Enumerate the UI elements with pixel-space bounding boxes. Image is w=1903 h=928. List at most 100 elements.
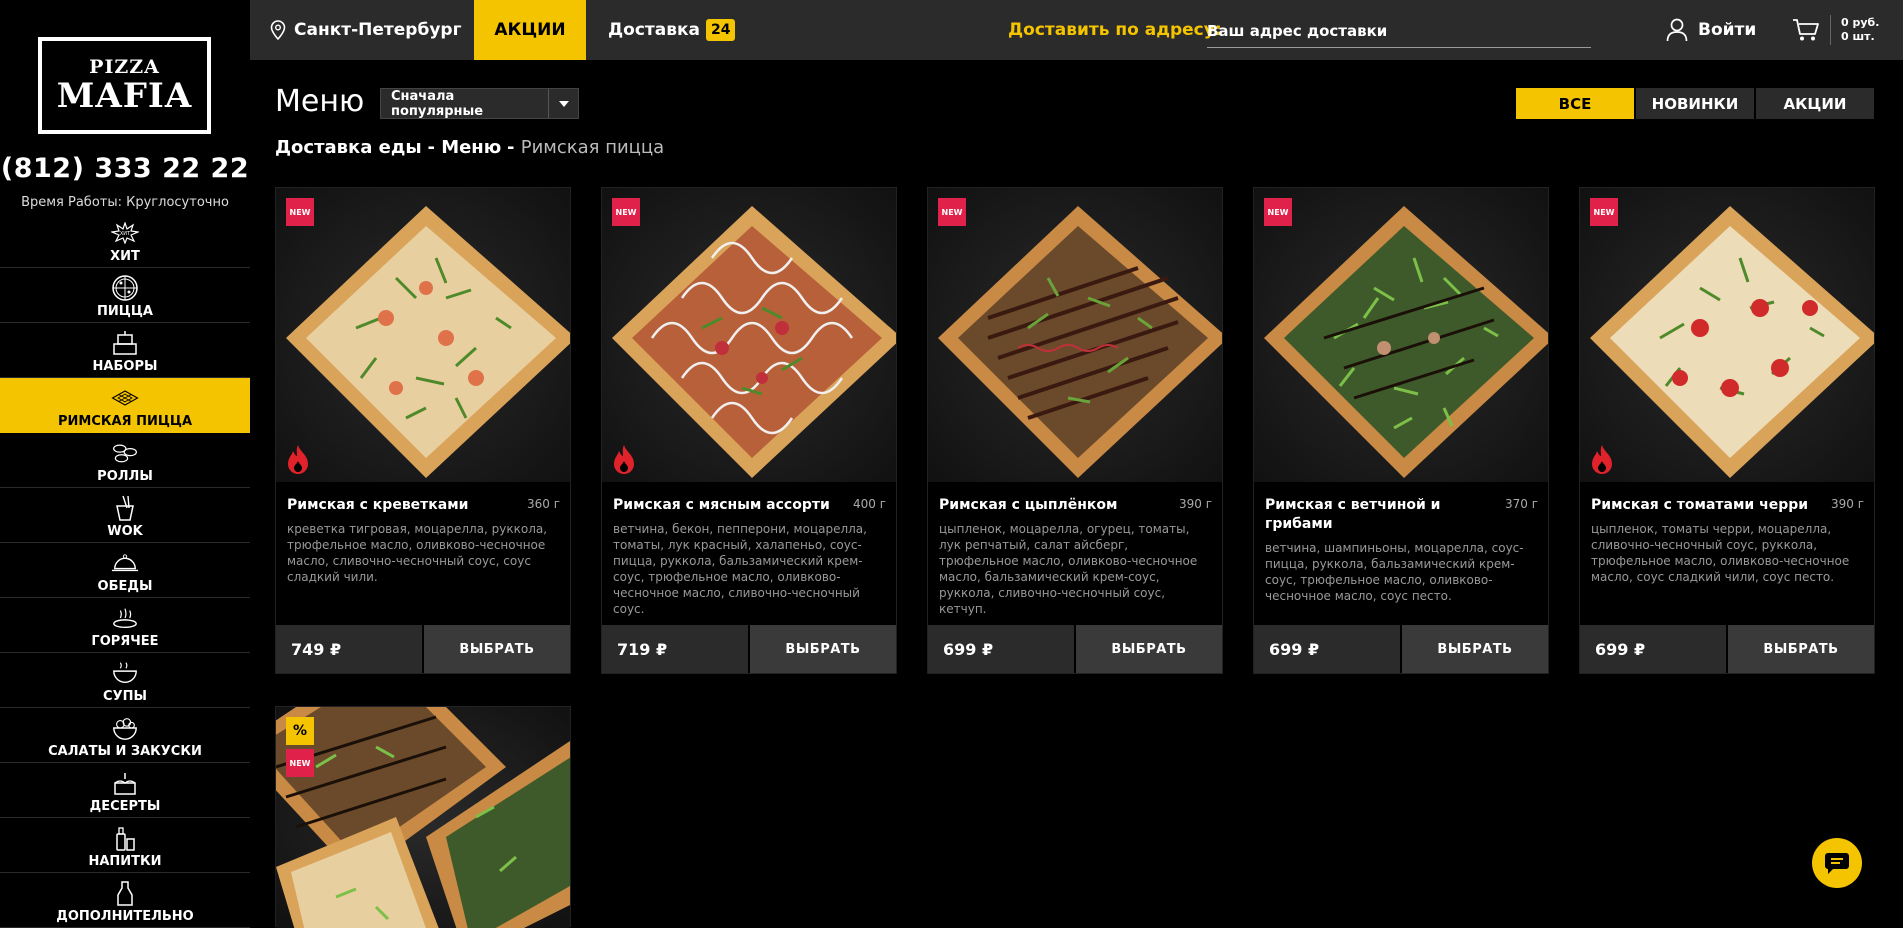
- sauce-icon: [111, 879, 139, 907]
- product-actions: 699 ₽ ВЫБРАТЬ: [1254, 625, 1548, 673]
- sidebar-item-wok[interactable]: WOK: [0, 488, 250, 543]
- sidebar-item-lunch[interactable]: ОБЕДЫ: [0, 543, 250, 598]
- product-name: Римская с томатами черри: [1591, 497, 1809, 513]
- product-photo[interactable]: [1254, 188, 1548, 482]
- breadcrumb-delivery[interactable]: Доставка еды: [275, 137, 422, 158]
- cart-button[interactable]: 0 руб. 0 шт.: [1792, 0, 1879, 60]
- choose-button[interactable]: ВЫБРАТЬ: [1728, 625, 1874, 673]
- sidebar-item-drinks[interactable]: НАПИТКИ: [0, 818, 250, 873]
- product-description: цыпленок, томаты черри, моцарелла, сливо…: [1591, 522, 1850, 584]
- product-price: 749 ₽: [276, 625, 422, 673]
- filter-tabs: ВСЕ НОВИНКИ АКЦИИ: [1516, 88, 1874, 119]
- filter-promo[interactable]: АКЦИИ: [1756, 88, 1874, 119]
- product-card[interactable]: NEW Римская с креветками 360 г креветка …: [275, 187, 571, 674]
- product-weight: 400 г: [852, 497, 886, 511]
- new-badge: NEW: [1590, 198, 1618, 226]
- choose-button[interactable]: ВЫБРАТЬ: [1076, 625, 1222, 673]
- choose-button[interactable]: ВЫБРАТЬ: [424, 625, 570, 673]
- login-button[interactable]: Войти: [1666, 0, 1756, 60]
- sidebar-item-label: СУПЫ: [103, 689, 147, 704]
- login-label: Войти: [1698, 20, 1757, 40]
- sidebar-item-soups[interactable]: СУПЫ: [0, 653, 250, 708]
- phone-number[interactable]: (812) 333 22 22: [0, 153, 250, 184]
- svg-text:ХИТ: ХИТ: [120, 231, 131, 237]
- product-description: ветчина, шампиньоны, моцарелла, соус-пиц…: [1265, 541, 1524, 603]
- sidebar-item-pizza[interactable]: ПИЦЦА: [0, 268, 250, 323]
- product-photo[interactable]: [602, 188, 896, 482]
- product-photo[interactable]: [928, 188, 1222, 482]
- new-badge: NEW: [286, 198, 314, 226]
- choose-button[interactable]: ВЫБРАТЬ: [750, 625, 896, 673]
- product-card[interactable]: NEW Римская с мясным ассорти 400 г ветчи…: [601, 187, 897, 674]
- sidebar-item-label: ХИТ: [110, 249, 140, 264]
- salad-icon: [111, 714, 139, 742]
- sidebar-item-label: ДЕСЕРТЫ: [89, 799, 161, 814]
- soup-icon: [111, 659, 139, 687]
- delivery-link[interactable]: Доставка 24: [608, 0, 736, 60]
- sidebar-item-rolls[interactable]: РОЛЛЫ: [0, 433, 250, 488]
- city-selector[interactable]: Санкт-Петербург: [270, 0, 461, 60]
- cart-divider: [1830, 15, 1831, 45]
- sidebar-item-label: ОБЕДЫ: [97, 579, 153, 594]
- sidebar-item-salads[interactable]: САЛАТЫ И ЗАКУСКИ: [0, 708, 250, 763]
- product-actions: 699 ₽ ВЫБРАТЬ: [928, 625, 1222, 673]
- product-name: Римская с креветками: [287, 497, 469, 513]
- product-photo[interactable]: [276, 188, 570, 482]
- product-price: 699 ₽: [1580, 625, 1726, 673]
- sort-value: Сначала популярные: [391, 88, 484, 119]
- product-price: 699 ₽: [1254, 625, 1400, 673]
- logo-line2: MAFIA: [56, 76, 193, 116]
- hot-dish-icon: [111, 604, 139, 632]
- product-actions: 719 ₽ ВЫБРАТЬ: [602, 625, 896, 673]
- sidebar-item-extra[interactable]: ДОПОЛНИТЕЛЬНО: [0, 873, 250, 928]
- product-card[interactable]: NEW Римская с цыплёнком 390 г цыпленок, …: [927, 187, 1223, 674]
- product-photo[interactable]: [1580, 188, 1874, 482]
- discount-badge: %: [286, 717, 314, 745]
- sidebar-item-label: РОЛЛЫ: [97, 469, 153, 484]
- choose-button[interactable]: ВЫБРАТЬ: [1402, 625, 1548, 673]
- sidebar-item-roman-pizza[interactable]: РИМСКАЯ ПИЦЦА: [0, 378, 250, 433]
- working-hours: Время Работы: Круглосуточно: [21, 195, 229, 210]
- new-badge: NEW: [286, 749, 314, 777]
- sidebar: PIZZA MAFIA (812) 333 22 22 Время Работы…: [0, 0, 250, 928]
- sidebar-item-hit[interactable]: ХИТ ХИТ: [0, 213, 250, 268]
- sidebar-item-label: ПИЦЦА: [97, 304, 153, 319]
- product-description: креветка тигровая, моцарелла, руккола, т…: [287, 522, 548, 584]
- product-weight: 360 г: [526, 497, 560, 511]
- logo-line1: PIZZA: [89, 56, 160, 78]
- product-weight: 370 г: [1504, 497, 1538, 511]
- filter-new[interactable]: НОВИНКИ: [1636, 88, 1754, 119]
- category-nav: ХИТ ХИТ ПИЦЦА НАБОРЫ РИМСКАЯ ПИЦЦА РОЛЛЫ…: [0, 213, 250, 928]
- drinks-icon: [111, 824, 139, 852]
- product-price: 699 ₽: [928, 625, 1074, 673]
- chat-button[interactable]: [1812, 838, 1862, 888]
- filter-all[interactable]: ВСЕ: [1516, 88, 1634, 119]
- sidebar-item-label: WOK: [107, 524, 143, 539]
- breadcrumb-separator: -: [427, 137, 442, 158]
- product-card[interactable]: % NEW: [275, 706, 571, 928]
- hit-icon: ХИТ: [111, 219, 139, 247]
- user-icon: [1666, 18, 1688, 42]
- sidebar-item-hot[interactable]: ГОРЯЧЕЕ: [0, 598, 250, 653]
- breadcrumb-menu[interactable]: Меню: [441, 137, 501, 158]
- chevron-down-icon: [548, 89, 578, 118]
- location-pin-icon: [270, 20, 286, 40]
- sidebar-item-sets[interactable]: НАБОРЫ: [0, 323, 250, 378]
- product-card[interactable]: NEW Римская с томатами черри 390 г цыпле…: [1579, 187, 1875, 674]
- wok-icon: [111, 494, 139, 522]
- spicy-icon: [614, 445, 634, 474]
- breadcrumb-separator: -: [506, 137, 521, 158]
- cart-icon: [1793, 19, 1819, 41]
- product-card[interactable]: NEW Римская с ветчиной и грибами 370 г в…: [1253, 187, 1549, 674]
- city-name: Санкт-Петербург: [294, 20, 462, 40]
- address-input[interactable]: [1207, 14, 1591, 48]
- logo[interactable]: PIZZA MAFIA: [38, 37, 211, 134]
- product-photo[interactable]: [276, 707, 570, 928]
- sidebar-item-desserts[interactable]: ДЕСЕРТЫ: [0, 763, 250, 818]
- address-label: Доставить по адресу:: [1008, 20, 1222, 40]
- promo-tab[interactable]: АКЦИИ: [474, 0, 586, 60]
- product-description: цыпленок, моцарелла, огурец, томаты, лук…: [939, 522, 1198, 616]
- product-name: Римская с ветчиной и грибами: [1265, 497, 1441, 532]
- product-description: ветчина, бекон, пепперони, моцарелла, то…: [613, 522, 867, 616]
- sort-select[interactable]: Сначала популярные: [380, 88, 579, 119]
